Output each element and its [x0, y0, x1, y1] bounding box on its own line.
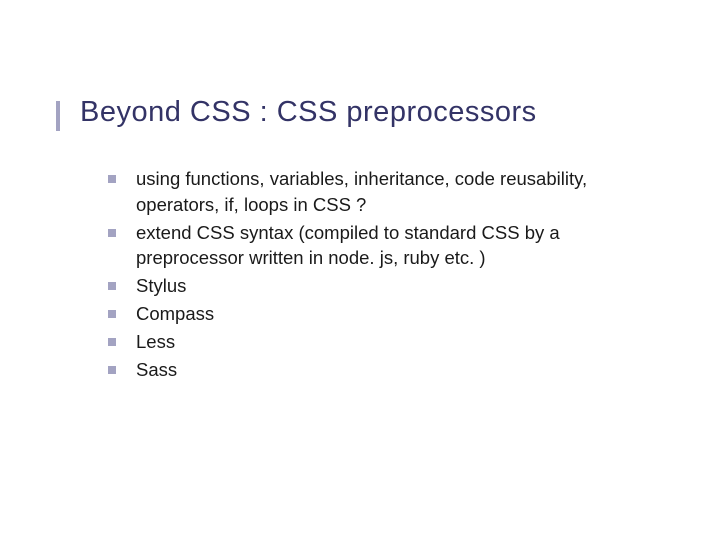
- bullet-icon: [108, 338, 116, 346]
- bullet-text: using functions, variables, inheritance,…: [136, 166, 660, 218]
- bullet-icon: [108, 366, 116, 374]
- list-item: Less: [108, 329, 660, 355]
- list-item: Compass: [108, 301, 660, 327]
- bullet-text: Stylus: [136, 273, 186, 299]
- list-item: extend CSS syntax (compiled to standard …: [108, 220, 660, 272]
- list-item: Sass: [108, 357, 660, 383]
- bullet-text: Sass: [136, 357, 177, 383]
- bullet-text: extend CSS syntax (compiled to standard …: [136, 220, 660, 272]
- accent-bar: [56, 101, 60, 131]
- bullet-icon: [108, 282, 116, 290]
- bullet-text: Compass: [136, 301, 214, 327]
- list-item: Stylus: [108, 273, 660, 299]
- bullet-icon: [108, 229, 116, 237]
- bullet-icon: [108, 310, 116, 318]
- bullet-list: using functions, variables, inheritance,…: [108, 166, 660, 383]
- title-wrapper: Beyond CSS : CSS preprocessors: [80, 95, 660, 130]
- bullet-icon: [108, 175, 116, 183]
- bullet-text: Less: [136, 329, 175, 355]
- slide-title: Beyond CSS : CSS preprocessors: [80, 95, 660, 130]
- content-area: using functions, variables, inheritance,…: [80, 166, 660, 383]
- slide-container: Beyond CSS : CSS preprocessors using fun…: [0, 0, 720, 540]
- list-item: using functions, variables, inheritance,…: [108, 166, 660, 218]
